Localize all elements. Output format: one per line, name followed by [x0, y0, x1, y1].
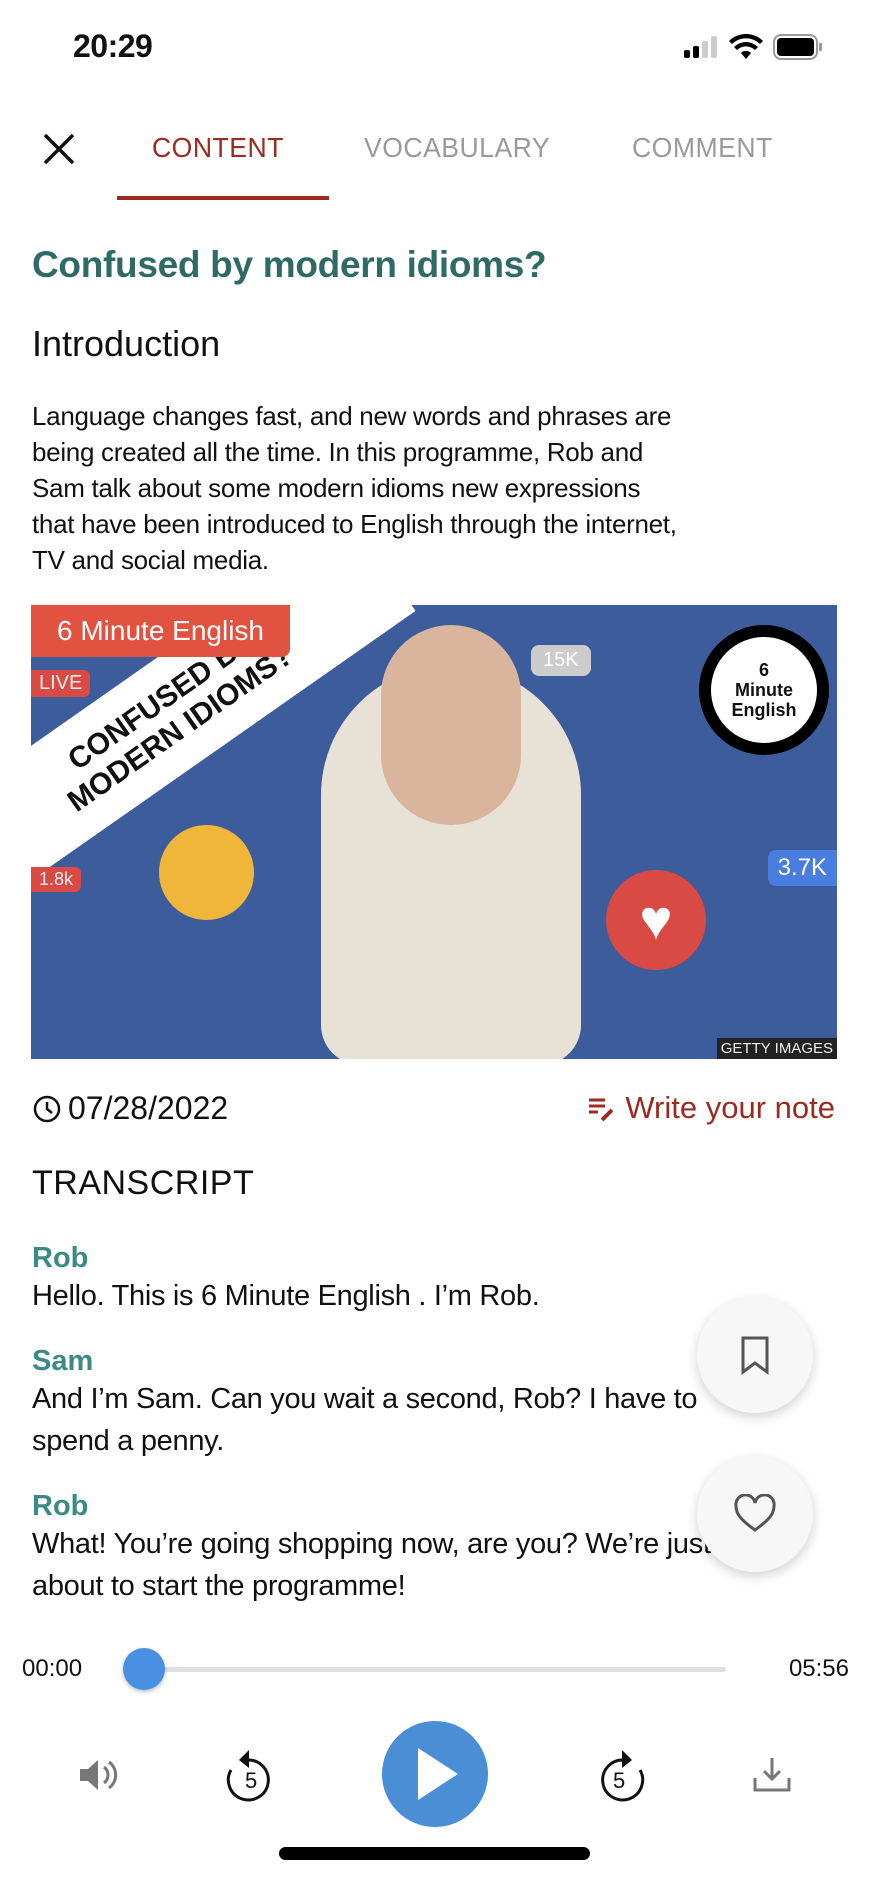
intro-line: that have been introduced to English thr… [32, 509, 677, 539]
skip-forward-label: 5 [613, 1768, 626, 1793]
write-note-label: Write your note [625, 1090, 835, 1125]
bookmark-icon [741, 1336, 769, 1375]
logo-line: Minute [735, 680, 793, 700]
write-note-button[interactable]: Write your note [587, 1090, 835, 1126]
notify-bubble: 3.7K [767, 850, 837, 886]
seek-bar[interactable] [126, 1667, 726, 1672]
logo-number: 6 [758, 660, 769, 680]
transcript-heading: TRANSCRIPT [32, 1164, 255, 1202]
tab-comment[interactable]: COMMENT [632, 132, 773, 164]
download-icon[interactable] [752, 1756, 792, 1794]
intro-text: Language changes fast, and new words and… [32, 398, 852, 578]
play-button[interactable] [382, 1721, 488, 1827]
clock-icon [33, 1095, 61, 1122]
skip-forward-button[interactable]: 5 [592, 1748, 646, 1806]
close-icon[interactable] [40, 130, 78, 168]
skip-back-button[interactable]: 5 [225, 1748, 279, 1806]
edit-note-icon [589, 1098, 614, 1122]
intro-line: Sam talk about some modern idioms new ex… [32, 473, 641, 503]
bookmark-button[interactable] [697, 1297, 813, 1413]
tab-content[interactable]: CONTENT [152, 132, 284, 164]
status-time: 20:29 [73, 28, 153, 64]
likes-bubble: 1.8k [31, 867, 82, 892]
image-credit: GETTY IMAGES [716, 1038, 837, 1059]
views-bubble: 15K [531, 645, 591, 676]
series-badge: 6 Minute English [31, 605, 291, 657]
tab-vocabulary[interactable]: VOCABULARY [364, 132, 550, 164]
heart-bubble: ♥ [606, 870, 706, 970]
publish-date: 07/28/2022 [32, 1090, 228, 1127]
play-icon [418, 1748, 458, 1800]
wifi-icon [729, 34, 763, 59]
logo-line: English [731, 700, 797, 720]
intro-line: TV and social media. [32, 545, 269, 575]
person-face [381, 625, 521, 825]
date-text: 07/28/2022 [68, 1090, 229, 1126]
status-icons [683, 34, 823, 60]
article-title: Confused by modern idioms? [32, 244, 547, 285]
skip-back-label: 5 [245, 1768, 258, 1793]
intro-line: being created all the time. In this prog… [32, 437, 644, 467]
home-indicator [279, 1847, 590, 1860]
smiley-emoji [159, 825, 254, 920]
duration: 05:56 [788, 1655, 849, 1682]
battery-icon [773, 34, 822, 60]
seek-handle[interactable] [123, 1648, 165, 1690]
heart-icon [734, 1494, 776, 1532]
intro-line: Language changes fast, and new words and… [32, 401, 672, 431]
speaker-name: Rob [32, 1242, 89, 1274]
live-bubble: LIVE [31, 670, 91, 697]
current-time: 00:00 [22, 1655, 83, 1682]
active-tab-indicator [117, 196, 329, 200]
section-heading: Introduction [32, 323, 221, 364]
favorite-button[interactable] [697, 1456, 813, 1572]
volume-icon[interactable] [78, 1755, 118, 1795]
signal-icon [684, 36, 717, 58]
episode-image: ♥ 15K LIVE 1.8k 3.7K CONFUSED BY MODERN I… [31, 605, 837, 1059]
stopwatch-logo: 6 Minute English [699, 625, 829, 755]
